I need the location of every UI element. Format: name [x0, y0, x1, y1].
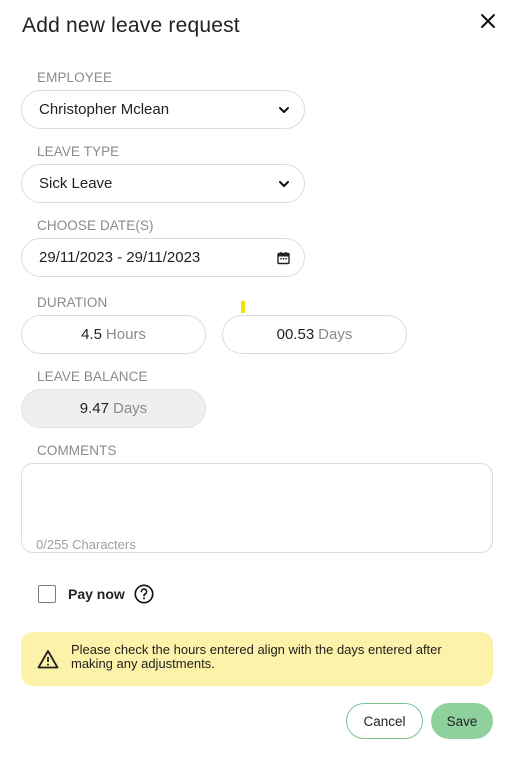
balance-unit: Days	[113, 400, 148, 417]
pay-now-checkbox[interactable]	[38, 585, 56, 603]
comments-label: COMMENTS	[37, 443, 117, 458]
leave-balance-label: LEAVE BALANCE	[37, 369, 148, 384]
cancel-button[interactable]: Cancel	[346, 703, 423, 739]
chevron-down-icon	[279, 107, 289, 113]
duration-label: DURATION	[37, 295, 108, 310]
close-icon	[481, 14, 495, 28]
leave-type-select[interactable]: Sick Leave	[21, 164, 305, 203]
comments-textarea[interactable]: 0/255 Characters	[21, 463, 493, 553]
chevron-down-icon	[279, 181, 289, 187]
alert-message: Please check the hours entered align wit…	[71, 642, 442, 671]
pay-now-label[interactable]: Pay now	[68, 586, 125, 602]
close-button[interactable]	[478, 11, 498, 31]
hours-value: 4.5	[81, 326, 102, 343]
employee-select[interactable]: Christopher Mclean	[21, 90, 305, 129]
text-cursor-marker	[241, 301, 245, 313]
days-unit: Days	[318, 326, 353, 343]
duration-days-input[interactable]: 00.53 Days	[222, 315, 407, 354]
character-counter: 0/255 Characters	[36, 537, 136, 552]
leave-type-label: LEAVE TYPE	[37, 144, 120, 159]
employee-label: EMPLOYEE	[37, 70, 113, 85]
date-range-input[interactable]: 29/11/2023 - 29/11/2023	[21, 238, 305, 277]
pay-now-row: Pay now	[38, 584, 154, 604]
hours-unit: Hours	[105, 326, 146, 343]
help-icon[interactable]	[134, 584, 154, 604]
leave-type-value: Sick Leave	[39, 175, 113, 192]
employee-value: Christopher Mclean	[39, 101, 170, 118]
dates-label: CHOOSE DATE(S)	[37, 218, 154, 233]
save-button[interactable]: Save	[431, 703, 493, 739]
calendar-icon[interactable]	[277, 251, 290, 265]
page-title: Add new leave request	[22, 14, 240, 37]
warning-icon	[37, 650, 59, 669]
warning-alert: Please check the hours entered align wit…	[21, 632, 493, 686]
days-value: 00.53	[276, 326, 315, 343]
balance-value: 9.47	[79, 400, 109, 417]
leave-balance-field: 9.47 Days	[21, 389, 206, 428]
date-range-value: 29/11/2023 - 29/11/2023	[39, 249, 201, 266]
duration-hours-input[interactable]: 4.5 Hours	[21, 315, 206, 354]
